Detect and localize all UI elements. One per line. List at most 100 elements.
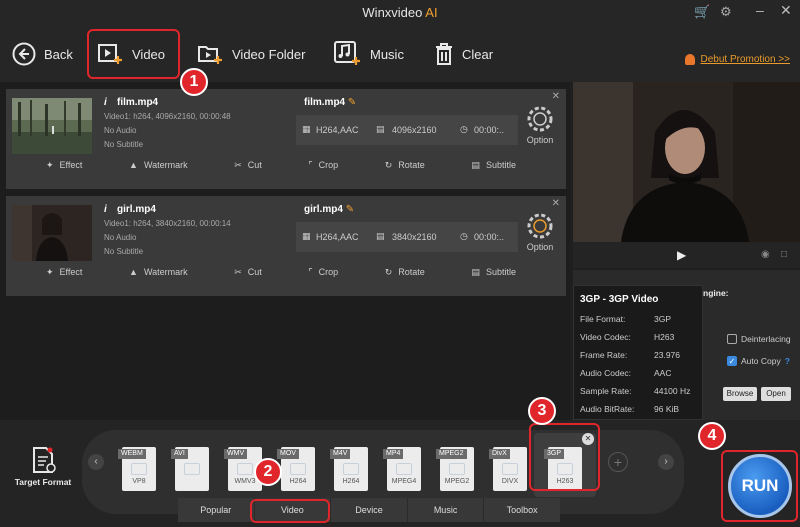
crop-button[interactable]: ⌜ Crop [308,155,338,175]
rotate-icon: ↻ [384,159,393,170]
crop-button[interactable]: ⌜ Crop [308,262,338,282]
output-name[interactable]: girl.mp4 [304,204,343,215]
format-item-mp4[interactable]: MP4 MPEG4 [383,447,425,491]
tooltip-row: File Format: 3GP [580,314,672,324]
effect-button[interactable]: ✦ Effect [46,262,82,282]
minimize-button[interactable]: – [756,2,764,18]
video-preview [573,82,800,242]
audio-track[interactable]: No Audio [104,231,276,245]
watermark-button[interactable]: ▲ Watermark [129,155,188,175]
play-button[interactable]: ▶ [677,248,686,262]
file-card[interactable]: i girl.mp4 Video1: h264, 3840x2160, 00:00… [6,196,566,296]
add-format-icon[interactable]: + [608,452,628,472]
step-badge-4: 4 [698,422,726,450]
folder-add-icon [198,42,224,66]
video-stream: Video1: h264, 4096x2160, 00:00:48 [104,112,231,121]
rotate-button[interactable]: ↻ Rotate [385,155,425,175]
info-icon[interactable]: i [104,97,113,108]
close-window-button[interactable]: ✕ [780,2,792,19]
pencil-icon[interactable]: ✎ [346,204,354,215]
cut-button[interactable]: ✂ Cut [234,262,262,282]
clock-icon: ◷ [460,124,468,134]
open-button[interactable]: Open [761,387,791,401]
output-resolution: 3840x2160 [392,232,437,242]
file-list: i film.mp4 Video1: h264, 4096x2160, 00:00… [0,82,570,422]
output-settings: girl.mp4 ✎ ▦ H264,AAC ▤ 3840x2160 ◷ 00:0… [296,196,518,260]
debut-promotion-link[interactable]: Debut Promotion >> [684,54,790,65]
format-tooltip: 3GP - 3GP Video File Format: 3GP Video Co… [573,285,703,420]
pencil-icon[interactable]: ✎ [348,97,356,108]
format-item-mpeg2[interactable]: MPEG2 MPEG2 [436,447,478,491]
highlight-video-tab [250,499,330,523]
format-item-m4v[interactable]: M4V H264 [330,447,372,491]
trash-icon [434,42,454,66]
clear-button[interactable]: Clear [434,38,493,70]
output-settings: film.mp4 ✎ ▦ H264,AAC ▤ 4096x2160 ◷ 00:0… [296,89,518,153]
auto-copy-checkbox[interactable]: ✓ Auto Copy ? [727,356,790,366]
bell-icon [684,54,695,65]
chevron-left-icon[interactable]: ‹ [88,454,104,470]
camera-icon[interactable]: ◉ [761,249,770,260]
file-card[interactable]: i film.mp4 Video1: h264, 4096x2160, 00:00… [6,89,566,189]
stamp-icon: ▲ [129,267,138,277]
edit-toolbar: ✦ Effect ▲ Watermark ✂ Cut ⌜ Crop ↻ Rotate ▤ S… [46,155,516,175]
add-music-button[interactable]: Music [334,38,404,70]
tab-music[interactable]: Music [407,498,485,522]
wand-icon: ✦ [46,159,54,170]
title-bar: Winxvideo AI 🛒 ⚙ – ✕ [0,0,800,26]
step-badge-3: 3 [528,397,556,425]
subtitle-track[interactable]: No Subtitle [104,245,276,259]
effect-button[interactable]: ✦ Effect [46,155,82,175]
output-codec: H264,AAC [316,232,359,242]
file-meta: i girl.mp4 Video1: h264, 3840x2160, 00:00… [104,204,276,259]
codec-option-button[interactable]: Option [520,212,560,252]
tab-popular[interactable]: Popular [178,498,255,522]
subtitle-icon: ▤ [471,159,480,170]
back-button[interactable]: Back [12,38,73,70]
folder-icon[interactable]: □ [781,249,787,260]
rotate-button[interactable]: ↻ Rotate [385,262,425,282]
tooltip-row: Video Codec: H263 [580,332,675,342]
target-format-button[interactable]: Target Format [10,445,76,487]
resolution-icon: ▤ [376,124,385,134]
cart-icon[interactable]: 🛒 [694,4,710,20]
help-icon[interactable]: ? [785,356,790,366]
watermark-button[interactable]: ▲ Watermark [129,262,188,282]
format-item-divx[interactable]: DivX DIVX [489,447,531,491]
audio-track[interactable]: No Audio [104,124,276,138]
format-item-mov[interactable]: MOV H264 [277,447,319,491]
remove-file-button[interactable]: ✕ [552,198,560,209]
info-icon[interactable]: i [104,204,113,215]
codec-option-button[interactable]: Option [520,105,560,145]
checkmark-icon: ✓ [727,356,737,366]
video-stream: Video1: h264, 3840x2160, 00:00:14 [104,219,231,228]
file-name: film.mp4 [117,97,159,108]
browse-button[interactable]: Browse [723,387,757,401]
clock-icon: ◷ [460,231,468,241]
cut-button[interactable]: ✂ Cut [234,155,262,175]
tab-toolbox[interactable]: Toolbox [484,498,560,522]
subtitle-button[interactable]: ▤ Subtitle [471,155,516,175]
add-video-folder-button[interactable]: Video Folder [198,38,305,70]
format-item-avi[interactable]: AVI [171,447,213,491]
tab-device[interactable]: Device [331,498,408,522]
video-thumbnail [12,205,92,261]
app-title: Winxvideo AI [362,5,438,20]
tooltip-row: Audio BitRate: 96 KiB [580,404,680,414]
stamp-icon: ▲ [129,160,138,170]
edit-toolbar: ✦ Effect ▲ Watermark ✂ Cut ⌜ Crop ↻ Rotate ▤ S… [46,262,516,282]
wand-icon: ✦ [46,266,54,277]
gear-icon[interactable]: ⚙ [720,4,732,20]
subtitle-track[interactable]: No Subtitle [104,138,276,152]
chevron-right-icon[interactable]: › [658,454,674,470]
remove-file-button[interactable]: ✕ [552,91,560,102]
subtitle-button[interactable]: ▤ Subtitle [471,262,516,282]
video-thumbnail [12,98,92,154]
output-codec: H264,AAC [316,125,359,135]
format-bar: Target Format ‹ WEBM VP8 AVI WMV WMV3 MOV H… [0,420,800,527]
file-meta: i film.mp4 Video1: h264, 4096x2160, 00:00… [104,97,276,152]
back-arrow-icon [12,42,36,66]
output-name[interactable]: film.mp4 [304,97,345,108]
deinterlacing-checkbox[interactable]: Deinterlacing [727,334,791,344]
format-item-webm[interactable]: WEBM VP8 [118,447,160,491]
